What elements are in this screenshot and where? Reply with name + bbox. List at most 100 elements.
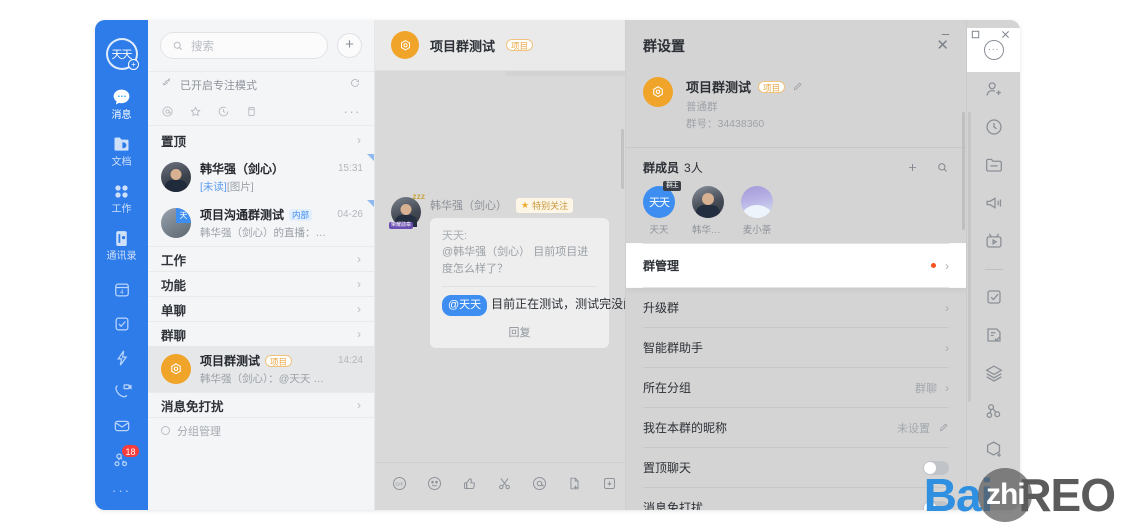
settings-row-my-nickname[interactable]: 我在本群的昵称 未设置: [626, 408, 966, 447]
screenshot-icon[interactable]: [601, 475, 618, 492]
mail-icon[interactable]: [112, 416, 132, 436]
lightning-icon[interactable]: [112, 348, 132, 368]
member-cell[interactable]: 天天 群主 天天: [643, 181, 681, 236]
at-icon[interactable]: [161, 105, 174, 118]
emoji-icon[interactable]: [426, 475, 443, 492]
gif-icon[interactable]: GIF: [391, 475, 408, 492]
avatar-add-icon[interactable]: +: [127, 59, 139, 70]
minimize-button[interactable]: [930, 20, 960, 48]
mention-chip[interactable]: @天天: [442, 295, 488, 316]
search-icon[interactable]: [936, 161, 949, 174]
members-grid: 天天 群主 天天 韩华强... 麦小荼: [643, 181, 949, 236]
composer-toolbar: GIF: [375, 463, 685, 492]
special-attention-tag: ★ 特别关注: [516, 197, 574, 213]
pencil-icon[interactable]: [792, 81, 803, 92]
close-button[interactable]: [990, 20, 1020, 48]
settings-row-upgrade-group[interactable]: 升级群 ›: [626, 288, 966, 327]
calendar-icon[interactable]: 4: [112, 280, 132, 300]
history-icon[interactable]: [983, 116, 1005, 138]
group-manage-label: 分组管理: [177, 425, 221, 438]
chat-pane: 项目群测试 项目 z z z 荣耀勋章 韩华强（剑心） ★ 特别关注 天天: @…: [375, 20, 685, 510]
chat-list-item-project-comm-group[interactable]: 天 项目沟通群测试 内部 韩华强（剑心）的直播：直播测试 已... 04-26: [148, 200, 374, 246]
group-manage-link[interactable]: 分组管理: [148, 417, 374, 443]
settings-row-mute[interactable]: 消息免打扰: [626, 488, 966, 510]
sidebar-item-contacts[interactable]: 通讯录: [95, 227, 148, 263]
org-icon[interactable]: [983, 400, 1005, 422]
settings-scrollbar[interactable]: [962, 112, 965, 230]
plus-icon[interactable]: [906, 161, 919, 174]
section-do-not-disturb[interactable]: 消息免打扰 ›: [148, 392, 374, 417]
rail-more-icon[interactable]: ···: [112, 483, 131, 498]
chat-item-meta: 项目沟通群测试 内部 韩华强（剑心）的直播：直播测试 已...: [200, 206, 328, 240]
pencil-icon[interactable]: [938, 422, 949, 433]
contacts-icon: [111, 227, 133, 249]
archive-icon[interactable]: [245, 105, 258, 118]
chat-list-item-hanhuaqiang[interactable]: 韩华强（剑心） [未读][图片] 15:31: [148, 154, 374, 200]
refresh-icon[interactable]: [349, 76, 361, 94]
member-cell[interactable]: 韩华强...: [692, 186, 724, 236]
announce-icon[interactable]: [983, 192, 1005, 214]
chat-item-tag: 项目: [265, 354, 293, 367]
app-window: 天天 + 消息 文档 工作 通讯录 4 18 ··· 搜索 + 已开启专注模式 …: [95, 20, 1020, 510]
group-members-section: 群成员 3人 天天 群主 天天 韩华强. 麦小荼: [626, 148, 966, 243]
maximize-button[interactable]: [960, 20, 990, 48]
approval-icon[interactable]: [983, 324, 1005, 346]
chevron-right-icon: ›: [357, 302, 361, 316]
section-group-chat[interactable]: 群聊 ›: [148, 321, 374, 346]
chat-header-avatar: [391, 31, 419, 59]
file-send-icon[interactable]: [566, 475, 583, 492]
section-function[interactable]: 功能 ›: [148, 271, 374, 296]
settings-row-group-category[interactable]: 所在分组 群聊 ›: [626, 368, 966, 407]
chat-item-name: 韩华强（剑心）: [200, 162, 285, 176]
add-chat-button[interactable]: +: [337, 33, 362, 58]
star-icon[interactable]: [189, 105, 202, 118]
group-type: 普通群: [686, 101, 718, 113]
group-avatar[interactable]: [643, 77, 673, 107]
preview-text: [图片]: [226, 181, 254, 193]
thumbs-up-icon[interactable]: [461, 475, 478, 492]
layers-icon[interactable]: [983, 362, 1005, 384]
chat-scrollbar[interactable]: [621, 129, 624, 189]
filter-more-icon[interactable]: ···: [344, 104, 362, 119]
add-member-icon[interactable]: [983, 78, 1005, 100]
section-work[interactable]: 工作 ›: [148, 246, 374, 271]
members-actions: [906, 161, 949, 174]
sidebar-item-messages[interactable]: 消息: [95, 86, 148, 122]
sidebar-item-work[interactable]: 工作: [95, 180, 148, 216]
chat-list-item-selected-project-group[interactable]: 项目群测试 项目 韩华强（剑心）：@天天 目前正在测试... 14:24: [148, 346, 374, 392]
checkbox-task-icon[interactable]: [112, 314, 132, 334]
video-call-icon[interactable]: [112, 382, 132, 402]
settings-rows: 群管理 › 升级群 › 智能群助手 › 所在分组 群聊 › 我在本群的昵称 未设…: [626, 243, 966, 510]
sidebar-item-docs[interactable]: 文档: [95, 133, 148, 169]
window-controls: [930, 20, 1020, 48]
settings-row-group-manage[interactable]: 群管理 ›: [626, 244, 966, 287]
quote-sender: 天天:: [442, 230, 468, 242]
member-name: 麦小荼: [742, 225, 772, 236]
at-icon[interactable]: [531, 475, 548, 492]
user-avatar[interactable]: 天天 +: [105, 38, 139, 70]
reply-button[interactable]: 回复: [442, 324, 597, 340]
search-icon: [172, 40, 184, 52]
section-single-chat[interactable]: 单聊 ›: [148, 296, 374, 321]
chevron-right-icon: ›: [357, 133, 361, 147]
pin-corner-flag: [367, 200, 374, 207]
message-avatar[interactable]: z z z 荣耀勋章: [389, 192, 425, 229]
quoted-message: 天天: @韩华强（剑心） 目前项目进度怎么样了？: [442, 228, 597, 287]
settings-row-pin-chat[interactable]: 置顶聊天: [626, 448, 966, 487]
settings-row-smart-assistant[interactable]: 智能群助手 ›: [626, 328, 966, 367]
app-add-icon[interactable]: [983, 438, 1005, 460]
scissors-icon[interactable]: [496, 475, 513, 492]
clock-icon[interactable]: [217, 105, 230, 118]
member-cell[interactable]: 麦小荼: [741, 186, 773, 236]
team-icon[interactable]: 18: [112, 444, 140, 470]
chevron-right-icon: ›: [357, 398, 361, 412]
live-tv-icon[interactable]: [983, 230, 1005, 252]
search-input[interactable]: 搜索: [160, 32, 328, 59]
todo-check-icon[interactable]: [983, 286, 1005, 308]
pinned-section-header[interactable]: 置顶 ›: [148, 126, 374, 154]
focus-mode-row[interactable]: 已开启专注模式: [148, 71, 374, 98]
chevron-right-icon: ›: [945, 258, 949, 273]
watermark-part3: REO: [1018, 469, 1116, 521]
tools-rail-scrollbar[interactable]: [968, 112, 971, 402]
folder-icon[interactable]: [983, 154, 1005, 176]
